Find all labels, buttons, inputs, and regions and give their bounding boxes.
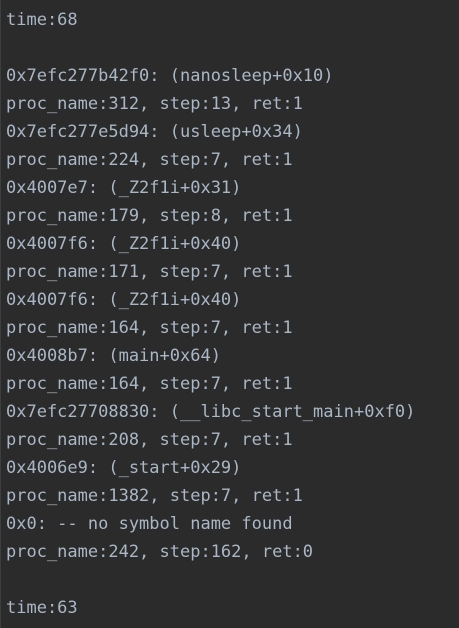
- output-line: 0x4007e7: (_Z2f1i+0x31): [6, 178, 242, 198]
- output-line: 0x7efc277e5d94: (usleep+0x34): [6, 122, 303, 142]
- output-line: time:68: [6, 10, 78, 30]
- output-line: 0x4006e9: (_start+0x29): [6, 458, 242, 478]
- terminal-output: time:68 0x7efc277b42f0: (nanosleep+0x10)…: [0, 0, 459, 628]
- output-line: proc_name:164, step:7, ret:1: [6, 374, 293, 394]
- output-line: proc_name:208, step:7, ret:1: [6, 430, 293, 450]
- output-line: proc_name:312, step:13, ret:1: [6, 94, 303, 114]
- output-line: proc_name:164, step:7, ret:1: [6, 318, 293, 338]
- output-line: proc_name:171, step:7, ret:1: [6, 262, 293, 282]
- output-line: proc_name:1382, step:7, ret:1: [6, 486, 303, 506]
- output-line: proc_name:179, step:8, ret:1: [6, 206, 293, 226]
- output-line: 0x0: -- no symbol name found: [6, 514, 293, 534]
- output-line: time:63: [6, 598, 78, 618]
- output-line: 0x4007f6: (_Z2f1i+0x40): [6, 290, 242, 310]
- output-line: 0x7efc27708830: (__libc_start_main+0xf0): [6, 402, 416, 422]
- output-line: 0x7efc277b42f0: (nanosleep+0x10): [6, 66, 334, 86]
- output-line: proc_name:242, step:162, ret:0: [6, 542, 314, 562]
- output-line: 0x4008b7: (main+0x64): [6, 346, 221, 366]
- output-line: 0x4007f6: (_Z2f1i+0x40): [6, 234, 242, 254]
- output-line: proc_name:224, step:7, ret:1: [6, 150, 293, 170]
